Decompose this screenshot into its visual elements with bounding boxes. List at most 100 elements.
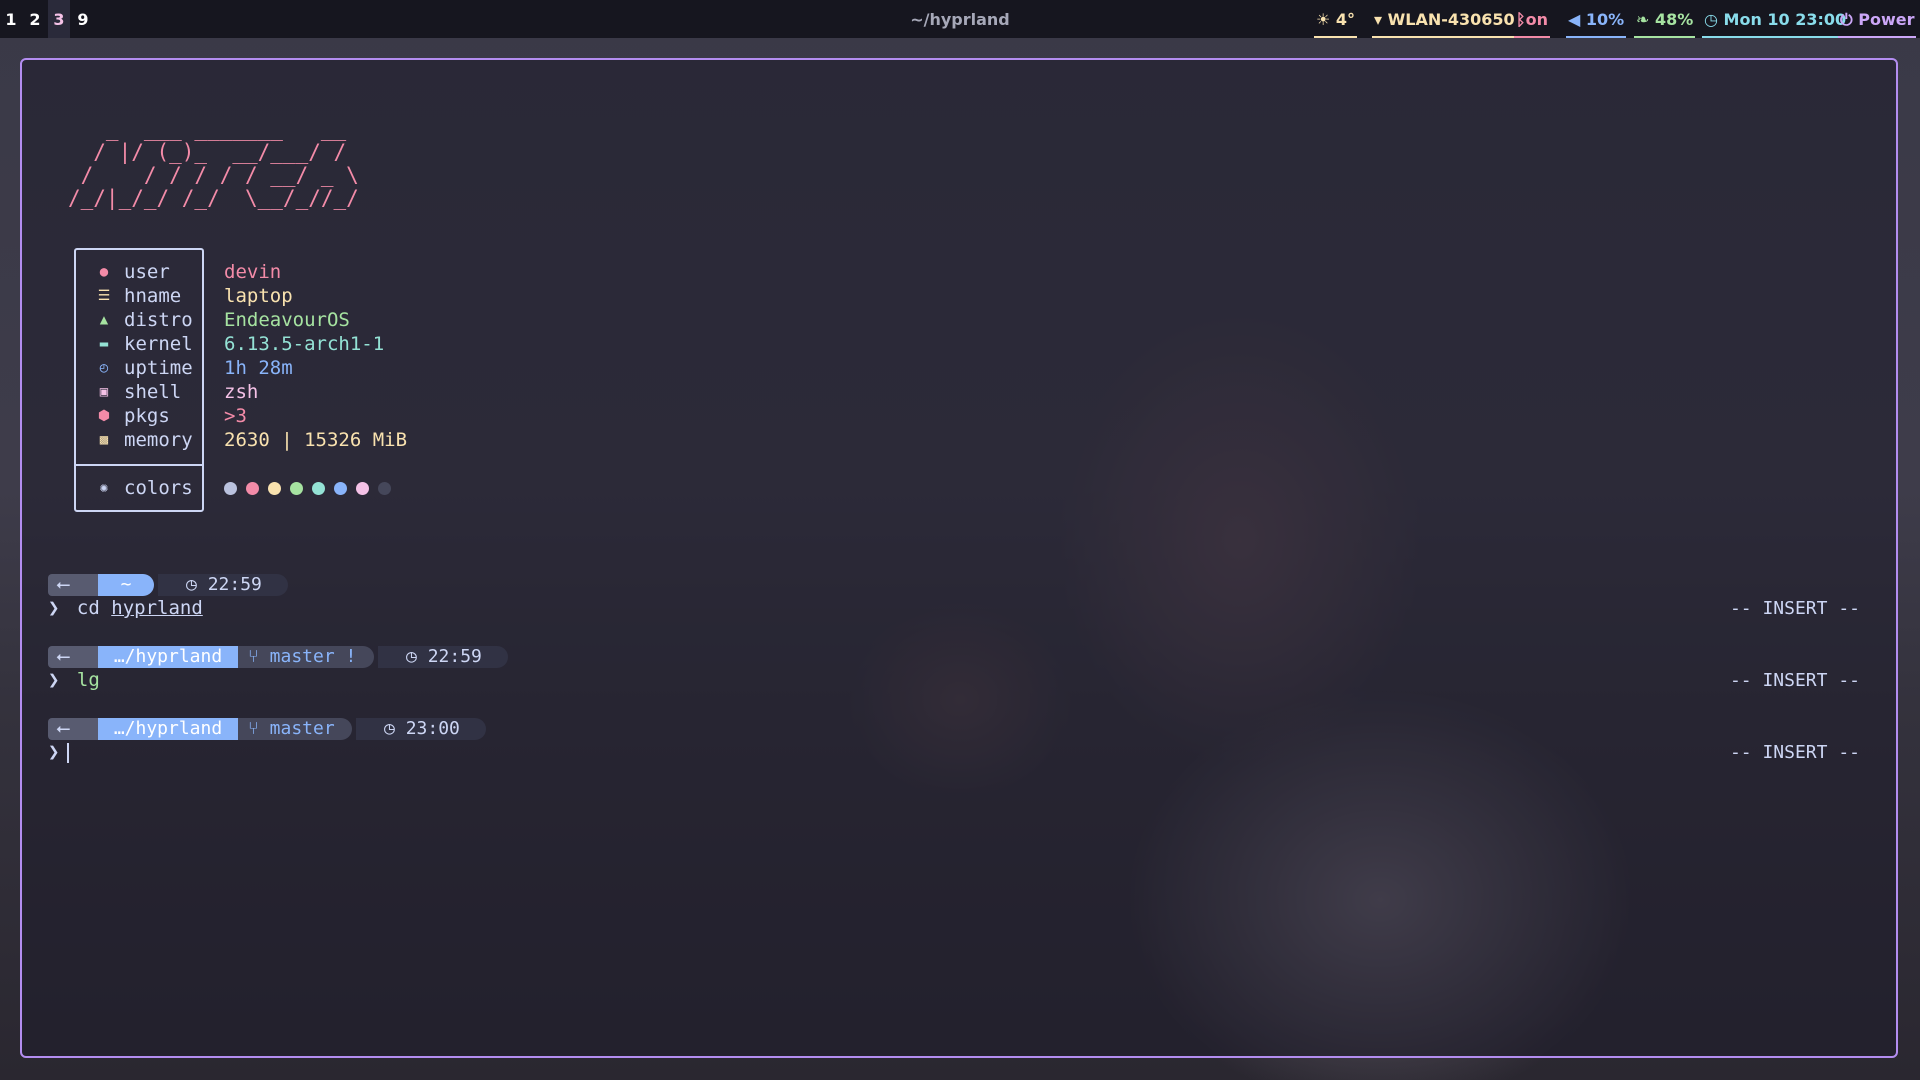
bluetooth-module[interactable]: ᛒon bbox=[1514, 0, 1550, 38]
memory-icon: ▩ bbox=[99, 432, 109, 448]
power-button[interactable]: ⏻ Power bbox=[1838, 0, 1917, 38]
color-dot bbox=[312, 482, 325, 495]
prompt-symbol: ❯ bbox=[48, 597, 60, 619]
sysinfo-row-memory: ▩ memory 2630 | 15326 MiB bbox=[74, 428, 574, 452]
clock-icon: ◷ bbox=[384, 718, 395, 739]
sysinfo-key: uptime bbox=[124, 357, 193, 379]
sysinfo-divider bbox=[76, 464, 202, 466]
uptime-icon: ◴ bbox=[99, 360, 109, 376]
sysinfo-value: 6.13.5-arch1-1 bbox=[224, 333, 385, 355]
battery-leaf-icon: ❧ bbox=[1636, 10, 1650, 29]
command-arg: hyprland bbox=[111, 597, 203, 619]
prompt-git-segment: ⑂ master ! bbox=[238, 646, 374, 668]
sysinfo-key: colors bbox=[124, 477, 193, 499]
color-dot bbox=[334, 482, 347, 495]
shell-icon: ▣ bbox=[99, 384, 109, 400]
sysinfo-value: devin bbox=[224, 261, 282, 283]
prompt-time: 22:59 bbox=[207, 574, 262, 595]
bluetooth-value: on bbox=[1525, 10, 1548, 29]
command-name: cd bbox=[76, 597, 100, 619]
terminal-icon: ⭠ bbox=[56, 718, 71, 739]
clock-icon: ◷ bbox=[186, 574, 197, 595]
sysinfo-value: 2630 | 15326 MiB bbox=[224, 429, 408, 451]
window-title: ~/hyprland bbox=[910, 10, 1010, 29]
wifi-module[interactable]: ▾ WLAN-430650 bbox=[1372, 0, 1517, 38]
wifi-icon: ▾ bbox=[1374, 10, 1383, 29]
text-cursor bbox=[67, 742, 70, 763]
top-bar: 1 2 3 9 ~/hyprland ☀ 4° ▾ WLAN-430650 ᛒo… bbox=[0, 0, 1920, 38]
sysinfo-value: EndeavourOS bbox=[224, 309, 350, 331]
speaker-icon: ◀ bbox=[1568, 10, 1581, 29]
prompt-time: 23:00 bbox=[405, 718, 460, 739]
sysinfo-row-kernel: ▬ kernel 6.13.5-arch1-1 bbox=[74, 332, 574, 356]
color-dot bbox=[224, 482, 237, 495]
sysinfo-value: zsh bbox=[224, 381, 259, 403]
sysinfo-key: pkgs bbox=[124, 405, 170, 427]
color-dot bbox=[378, 482, 391, 495]
command-name: lg bbox=[76, 669, 100, 691]
distro-icon: ▲ bbox=[99, 312, 109, 328]
clock-icon: ◷ bbox=[406, 646, 417, 667]
package-icon: ⬢ bbox=[97, 408, 111, 424]
vi-mode-indicator: -- INSERT -- bbox=[1729, 742, 1860, 763]
sysinfo-row-pkgs: ⬢ pkgs >3 bbox=[74, 404, 574, 428]
prompt-os-segment: ⭠ bbox=[48, 718, 98, 740]
command-line: ❯ cd hyprland bbox=[48, 596, 203, 620]
prompt-os-segment: ⭠ bbox=[48, 574, 98, 596]
power-label: Power bbox=[1858, 10, 1915, 29]
sysinfo-row-user: ● user devin bbox=[74, 260, 574, 284]
sysinfo-value: >3 bbox=[224, 405, 247, 427]
sysinfo-key: distro bbox=[124, 309, 193, 331]
prompt-os-segment: ⭠ bbox=[48, 646, 98, 668]
battery-module[interactable]: ❧ 48% bbox=[1634, 0, 1696, 38]
ascii-logo: _ ___ _______ __ / |/ (_)_ __/___/ / / /… bbox=[68, 117, 359, 210]
clock-value: Mon 10 23:00 bbox=[1723, 10, 1847, 29]
prompt-dir-segment: …/hyprland bbox=[98, 646, 238, 668]
power-icon: ⏻ bbox=[1840, 10, 1853, 29]
sysinfo-row-uptime: ◴ uptime 1h 28m bbox=[74, 356, 574, 380]
volume-value: 10% bbox=[1585, 10, 1625, 29]
git-branch-icon: ⑂ bbox=[248, 718, 259, 739]
command-line[interactable]: ❯ bbox=[48, 740, 70, 764]
prompt-dir-segment: …/hyprland bbox=[98, 718, 238, 740]
palette-icon: ✺ bbox=[99, 480, 109, 496]
sysinfo-key: hname bbox=[124, 285, 182, 307]
hostname-icon: ☰ bbox=[97, 288, 111, 304]
prompt-dir-segment: ~ bbox=[98, 574, 154, 596]
prompt-time-segment: ◷ 22:59 bbox=[158, 574, 288, 596]
git-branch: master bbox=[269, 718, 335, 739]
sysinfo-row-distro: ▲ distro EndeavourOS bbox=[74, 308, 574, 332]
command-line: ❯ lg bbox=[48, 668, 100, 692]
prompt-time-segment: ◷ 22:59 bbox=[378, 646, 508, 668]
kernel-icon: ▬ bbox=[99, 336, 109, 352]
sysinfo-value: laptop bbox=[224, 285, 293, 307]
sysinfo-row-shell: ▣ shell zsh bbox=[74, 380, 574, 404]
sysinfo-key: kernel bbox=[124, 333, 193, 355]
sysinfo-key: shell bbox=[124, 381, 182, 403]
prompt-symbol: ❯ bbox=[48, 741, 60, 763]
volume-module[interactable]: ◀ 10% bbox=[1566, 0, 1627, 38]
color-dot bbox=[356, 482, 369, 495]
bluetooth-icon: ᛒ bbox=[1516, 10, 1526, 29]
prompt-symbol: ❯ bbox=[48, 669, 60, 691]
weather-value: 4° bbox=[1335, 10, 1356, 29]
color-dot bbox=[246, 482, 259, 495]
color-dot bbox=[268, 482, 281, 495]
clock-icon: ◷ bbox=[1704, 10, 1718, 29]
weather-module[interactable]: ☀ 4° bbox=[1314, 0, 1358, 38]
wifi-value: WLAN-430650 bbox=[1387, 10, 1515, 29]
clock-module[interactable]: ◷ Mon 10 23:00 bbox=[1702, 0, 1849, 38]
sun-icon: ☀ bbox=[1316, 10, 1331, 29]
terminal-window[interactable]: _ ___ _______ __ / |/ (_)_ __/___/ / / /… bbox=[20, 58, 1898, 1058]
sysinfo-key: user bbox=[124, 261, 170, 283]
prompt-time-segment: ◷ 23:00 bbox=[356, 718, 486, 740]
sysinfo-value: 1h 28m bbox=[224, 357, 293, 379]
battery-value: 48% bbox=[1654, 10, 1694, 29]
user-icon: ● bbox=[99, 264, 109, 280]
terminal-icon: ⭠ bbox=[56, 646, 71, 667]
sysinfo-row-hname: ☰ hname laptop bbox=[74, 284, 574, 308]
git-branch: master ! bbox=[269, 646, 357, 667]
color-dot bbox=[290, 482, 303, 495]
terminal-icon: ⭠ bbox=[56, 574, 71, 595]
vi-mode-indicator: -- INSERT -- bbox=[1729, 670, 1860, 691]
